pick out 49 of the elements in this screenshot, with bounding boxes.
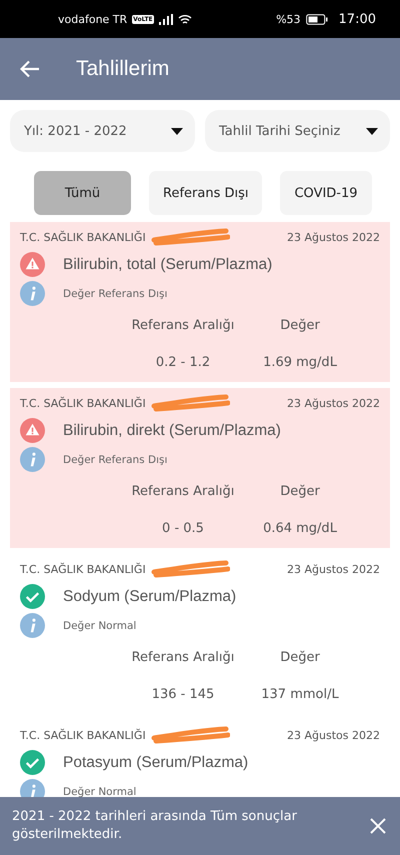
- institution-name: T.C. SAĞLIK BAKANLIĞI: [20, 230, 146, 244]
- carrier-name: vodafone TR: [58, 12, 128, 26]
- institution-name: T.C. SAĞLIK BAKANLIĞI: [20, 396, 146, 410]
- test-name: Bilirubin, total (Serum/Plazma): [63, 256, 272, 274]
- result-date: 23 Ağustos 2022: [287, 562, 380, 576]
- back-arrow-icon[interactable]: [20, 60, 40, 78]
- result-date: 23 Ağustos 2022: [287, 230, 380, 244]
- caret-icon: [171, 128, 183, 134]
- battery-icon: [306, 14, 328, 24]
- institution-name: T.C. SAĞLIK BAKANLIĞI: [20, 728, 146, 742]
- filter-tab[interactable]: Referans Dışı: [149, 171, 262, 215]
- result-date: 23 Ağustos 2022: [287, 728, 380, 742]
- column-header: Değer: [280, 650, 320, 665]
- clock-time: 17:00: [338, 12, 376, 26]
- signal-icon: [158, 14, 173, 24]
- reference-range: 136 - 145: [152, 687, 214, 702]
- column-header: Değer: [280, 318, 320, 333]
- info-icon: [20, 613, 45, 638]
- test-name: Potasyum (Serum/Plazma): [63, 754, 248, 772]
- result-value: 137 mmol/L: [261, 687, 339, 702]
- column-header: Referans Aralığı: [132, 318, 234, 333]
- dropdown-select[interactable]: Tahlil Tarihi Seçiniz: [205, 110, 390, 152]
- result-note: Değer Normal: [63, 786, 136, 798]
- column-header: Değer: [280, 484, 320, 499]
- result-card[interactable]: T.C. SAĞLIK BAKANLIĞI 23 Ağustos 2022 Bilirubin, total (Serum/Plazma) Değer Referans Dışı Referans Aralığı Değer 0.2 - 1.2 1.69 mg/dL: [10, 222, 390, 382]
- result-note: Değer Normal: [63, 620, 136, 632]
- reference-range: 0.2 - 1.2: [156, 355, 210, 370]
- result-value: 0.64 mg/dL: [263, 521, 337, 536]
- info-icon: [20, 447, 45, 472]
- result-date: 23 Ağustos 2022: [287, 396, 380, 410]
- caret-icon: [366, 128, 378, 134]
- battery-percent: %53: [276, 12, 301, 26]
- result-note: Değer Referans Dışı: [63, 454, 168, 466]
- result-note: Değer Referans Dışı: [63, 288, 168, 300]
- result-value: 1.69 mg/dL: [263, 355, 337, 370]
- reference-range: 0 - 0.5: [162, 521, 204, 536]
- filter-tab[interactable]: COVID-19: [280, 171, 372, 215]
- dropdown-select[interactable]: Yıl: 2021 - 2022: [10, 110, 195, 152]
- column-header: Referans Aralığı: [132, 650, 234, 665]
- column-header: Referans Aralığı: [132, 484, 234, 499]
- test-name: Bilirubin, direkt (Serum/Plazma): [63, 422, 281, 440]
- wifi-icon: [178, 14, 192, 24]
- info-icon: [20, 281, 45, 306]
- page-title: Tahlillerim: [76, 57, 170, 81]
- filter-tab[interactable]: Tümü: [34, 171, 131, 215]
- close-button[interactable]: [370, 818, 386, 834]
- test-name: Sodyum (Serum/Plazma): [63, 588, 236, 606]
- institution-name: T.C. SAĞLIK BAKANLIĞI: [20, 562, 146, 576]
- result-card[interactable]: T.C. SAĞLIK BAKANLIĞI 23 Ağustos 2022 Bilirubin, direkt (Serum/Plazma) Değer Referans Dışı Referans Aralığı Değer 0 - 0.5 0.64 mg/dL: [10, 388, 390, 548]
